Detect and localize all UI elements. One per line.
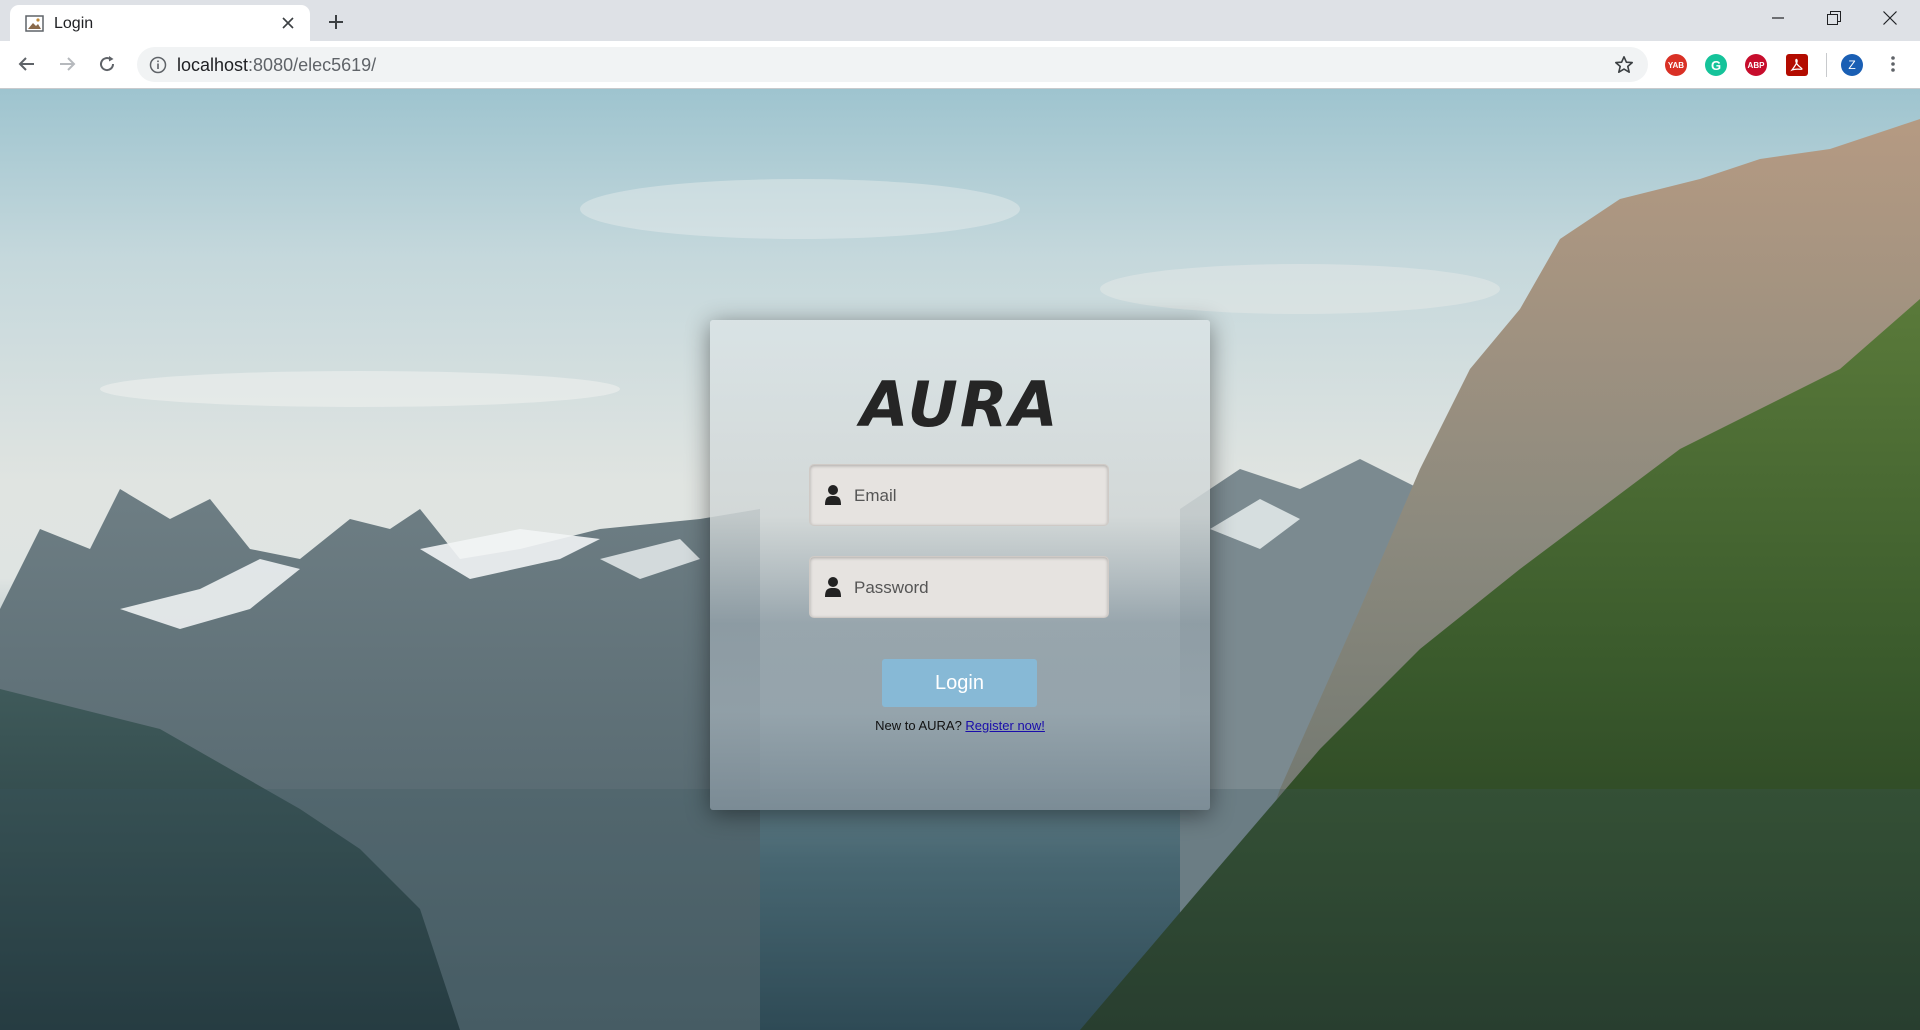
browser-toolbar: localhost:8080/elec5619/ YAB G ABP Z xyxy=(0,41,1920,89)
profile-avatar[interactable]: Z xyxy=(1841,54,1863,76)
minimize-window-icon[interactable] xyxy=(1750,0,1806,36)
tab-close-icon[interactable] xyxy=(276,11,300,35)
forward-arrow-icon[interactable] xyxy=(51,48,83,80)
adblock-extension-label: ABP xyxy=(1747,60,1765,70)
user-icon xyxy=(825,577,841,597)
tab-title: Login xyxy=(54,15,94,32)
bookmark-star-icon[interactable] xyxy=(1612,53,1636,77)
page-viewport: AURA Login New to AURA? Register now! xyxy=(0,89,1920,1030)
new-tab-icon[interactable] xyxy=(322,8,350,36)
adblock-extension-icon[interactable]: ABP xyxy=(1745,54,1767,76)
login-card: AURA Login New to AURA? Register now! xyxy=(710,320,1210,810)
login-button[interactable]: Login xyxy=(882,659,1037,707)
logo-text: AURA xyxy=(855,374,1059,434)
register-prompt-text: New to AURA? xyxy=(875,718,966,733)
register-prompt: New to AURA? Register now! xyxy=(710,718,1210,733)
toolbar-divider xyxy=(1826,53,1827,77)
password-field[interactable] xyxy=(809,556,1109,619)
browser-tabstrip: Login xyxy=(0,0,1920,41)
site-info-icon[interactable] xyxy=(149,56,167,74)
url-path: :8080/elec5619/ xyxy=(248,55,377,75)
user-icon xyxy=(825,485,841,505)
grammarly-extension-icon[interactable]: G xyxy=(1705,54,1727,76)
back-arrow-icon[interactable] xyxy=(11,48,43,80)
url-text[interactable]: localhost:8080/elec5619/ xyxy=(177,55,376,76)
email-input[interactable] xyxy=(852,465,1106,527)
url-host: localhost xyxy=(177,55,249,75)
grammarly-extension-label: G xyxy=(1710,57,1722,73)
browser-tab-login[interactable]: Login xyxy=(10,5,310,41)
yab-extension-label: YAB xyxy=(1667,60,1685,70)
aura-logo: AURA xyxy=(710,368,1210,441)
close-window-icon[interactable] xyxy=(1862,0,1918,36)
profile-initial: Z xyxy=(1848,58,1856,72)
restore-window-icon[interactable] xyxy=(1806,0,1862,36)
reload-icon[interactable] xyxy=(91,48,123,80)
image-favicon-icon xyxy=(25,15,44,32)
password-input[interactable] xyxy=(852,557,1106,619)
address-bar[interactable]: localhost:8080/elec5619/ xyxy=(137,47,1648,82)
register-link[interactable]: Register now! xyxy=(965,718,1044,733)
acrobat-extension-icon[interactable] xyxy=(1786,54,1808,76)
email-field[interactable] xyxy=(809,464,1109,527)
aura-logo-mark: AURA xyxy=(855,368,1059,441)
yab-extension-icon[interactable]: YAB xyxy=(1665,54,1687,76)
browser-menu-icon[interactable] xyxy=(1877,48,1909,80)
